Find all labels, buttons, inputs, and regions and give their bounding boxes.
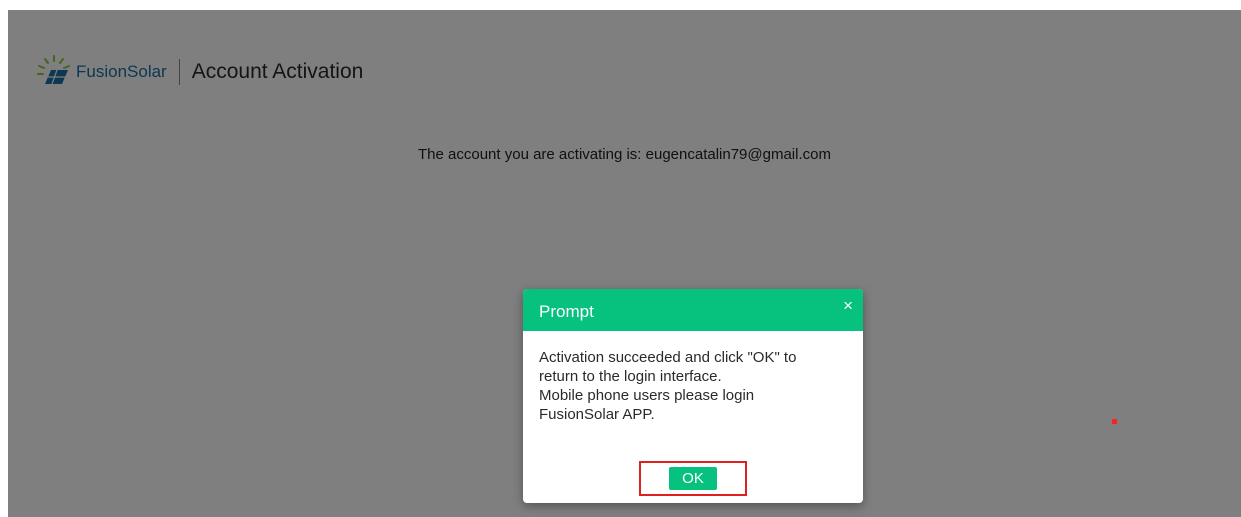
dialog-title: Prompt (539, 302, 594, 321)
close-icon[interactable]: × (843, 296, 853, 316)
ok-button-highlight: OK (639, 461, 747, 496)
prompt-dialog: Prompt × Activation succeeded and click … (523, 289, 863, 503)
dialog-footer: OK (523, 461, 863, 496)
dialog-header: Prompt × (523, 289, 863, 331)
page: FusionSolar Account Activation The accou… (8, 10, 1241, 517)
dialog-message: Activation succeeded and click "OK" to r… (523, 331, 863, 424)
ok-button[interactable]: OK (669, 467, 717, 490)
message-line: Activation succeeded and click "OK" to (539, 349, 797, 366)
message-line: Mobile phone users please login (539, 387, 755, 404)
message-line: return to the login interface. (539, 368, 722, 385)
cursor-marker (1112, 419, 1117, 424)
message-line: FusionSolar APP. (539, 406, 655, 423)
